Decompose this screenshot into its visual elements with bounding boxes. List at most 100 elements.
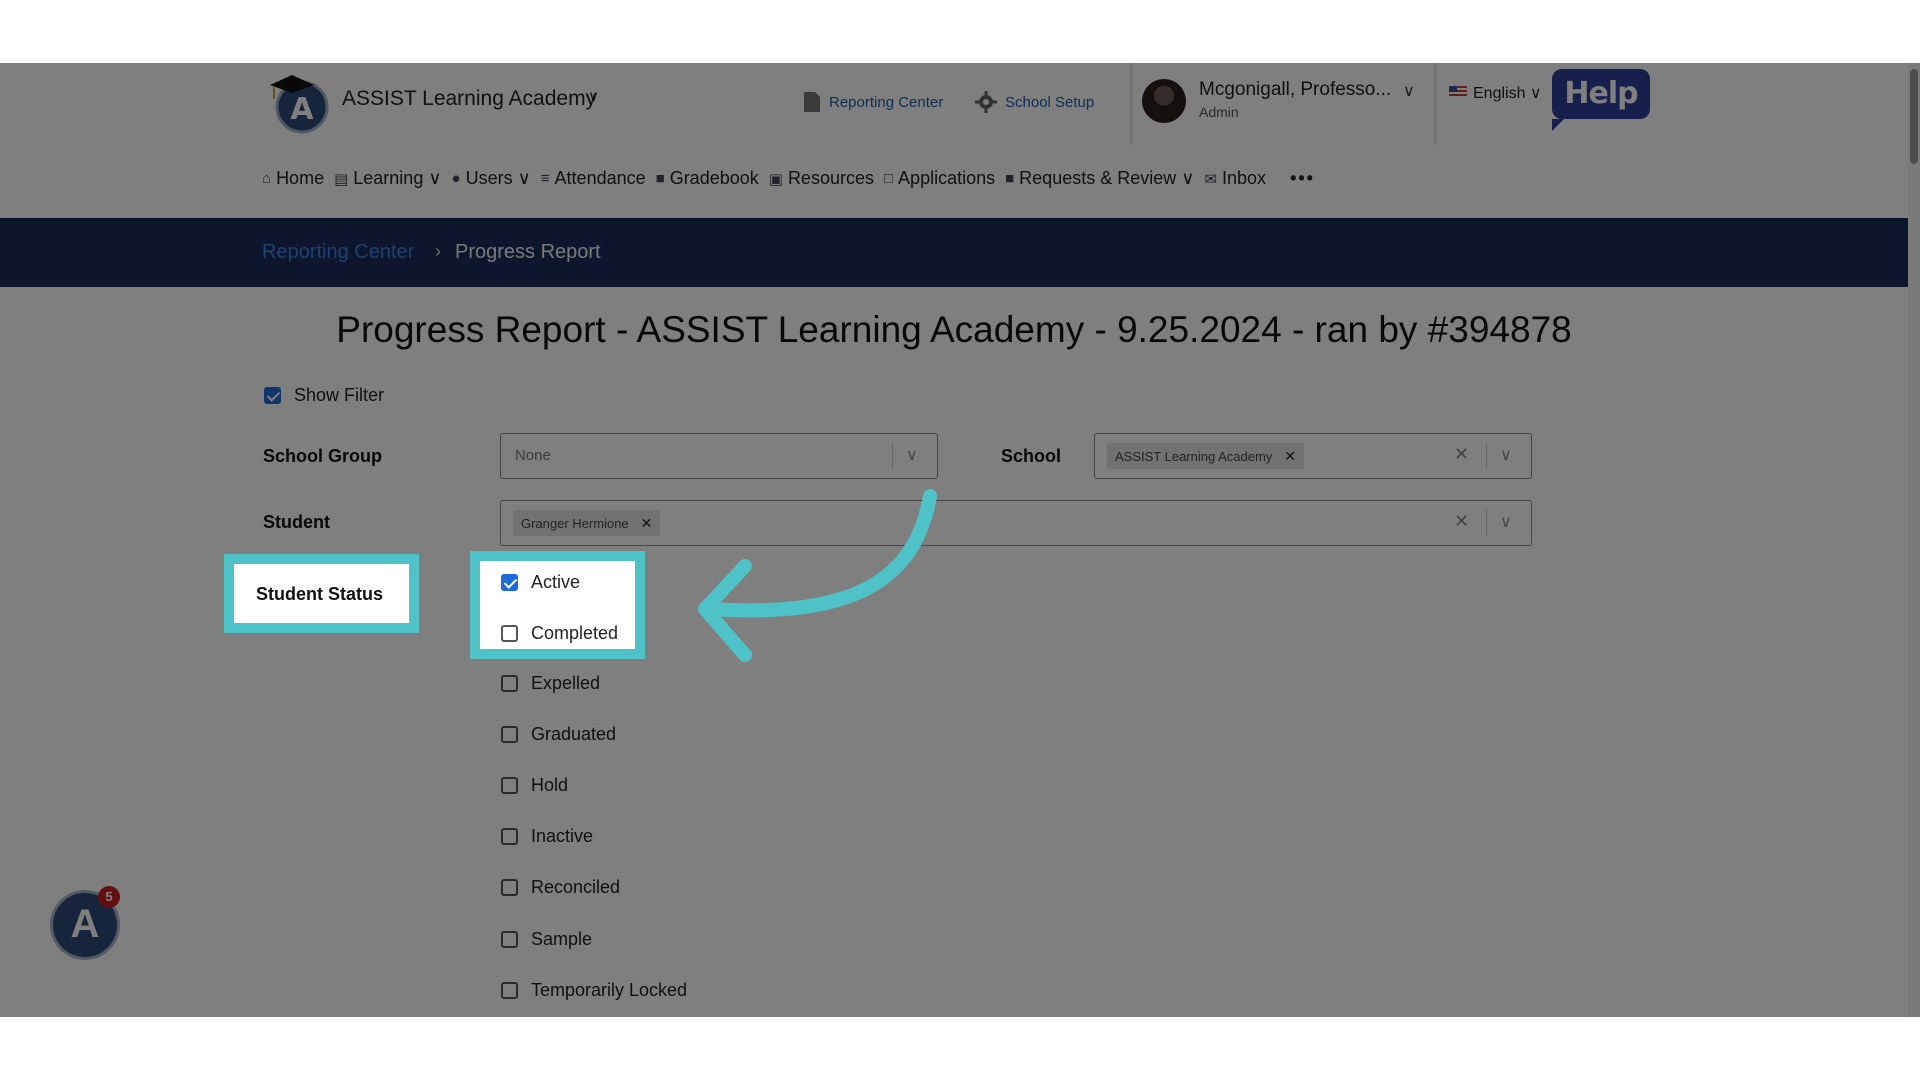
user-icon: ●	[451, 170, 461, 187]
school-tag-label: ASSIST Learning Academy	[1115, 448, 1273, 464]
clear-icon[interactable]: ✕	[1454, 511, 1469, 532]
student-label: Student	[263, 512, 330, 532]
help-button[interactable]: Help	[1552, 69, 1650, 131]
select-separator	[1486, 443, 1487, 469]
page-title: Progress Report - ASSIST Learning Academ…	[336, 309, 1572, 350]
reporting-center-link[interactable]: Reporting Center	[803, 91, 943, 113]
nav-item-users[interactable]: ● Users ∨	[452, 168, 537, 189]
show-filter-label: Show Filter	[294, 385, 385, 405]
nav-item-learning[interactable]: ▤ Learning ∨	[334, 168, 447, 189]
us-flag-icon	[1449, 86, 1467, 98]
status-label-expelled: Expelled	[531, 673, 601, 693]
student-tag-label: Granger Hermione	[521, 515, 629, 531]
status-checkbox-active[interactable]	[501, 574, 518, 591]
clear-icon[interactable]: ✕	[1454, 444, 1469, 465]
nav-item-attendance[interactable]: ≡ Attendance	[541, 168, 652, 189]
status-checkbox-expelled[interactable]	[501, 675, 518, 692]
home-icon: ⌂	[262, 170, 272, 187]
highlight-status-options: Active Completed	[470, 551, 645, 659]
status-label-graduated: Graduated	[531, 724, 617, 744]
school-setup-link[interactable]: School Setup	[975, 91, 1094, 113]
nav-label: Inbox	[1222, 168, 1267, 188]
school-logo-icon[interactable]: A	[262, 65, 334, 137]
breadcrumb-separator: ›	[435, 241, 441, 261]
status-checkbox-sample[interactable]	[501, 931, 518, 948]
nav-label: Attendance	[554, 168, 646, 188]
status-label-hold: Hold	[531, 775, 569, 795]
nav-label: Home	[276, 168, 325, 188]
nav-item-applications[interactable]: □ Applications	[884, 168, 1001, 189]
reporting-center-label: Reporting Center	[829, 93, 944, 111]
status-label-inactive: Inactive	[531, 826, 594, 846]
nav-label: Users	[465, 168, 513, 188]
document-icon	[804, 92, 820, 112]
language-selector[interactable]: English ∨	[1473, 83, 1542, 103]
school-group-value: None	[515, 447, 551, 464]
school-setup-label: School Setup	[1005, 93, 1095, 111]
status-checkbox-temporarily-locked[interactable]	[501, 982, 518, 999]
student-status-label: Student Status	[256, 584, 384, 604]
user-role: Admin	[1199, 104, 1239, 120]
nav-label: Gradebook	[669, 168, 759, 188]
chevron-down-icon[interactable]: ∨	[906, 445, 918, 465]
status-checkbox-inactive[interactable]	[501, 828, 518, 845]
learning-icon: ▤	[334, 170, 349, 188]
status-label-sample: Sample	[531, 929, 593, 949]
nav-label: Learning	[353, 168, 424, 188]
nav-label: Requests & Review	[1019, 168, 1177, 188]
gear-icon	[975, 91, 997, 113]
highlight-student-status: Student Status	[224, 554, 419, 633]
nav-more-button[interactable]: •••	[1290, 168, 1321, 189]
chevron-down-icon: ∨	[517, 168, 531, 188]
select-separator	[892, 443, 893, 469]
school-label: School	[1001, 446, 1062, 466]
nav-label: Resources	[787, 168, 874, 188]
requests-icon: ■	[1005, 170, 1015, 187]
status-label-completed: Completed	[531, 623, 619, 643]
select-separator	[1486, 510, 1487, 536]
scrollbar[interactable]	[1908, 63, 1920, 1017]
attendance-icon: ≡	[540, 170, 550, 187]
breadcrumb: Reporting Center › Progress Report	[0, 218, 1908, 287]
remove-tag-icon[interactable]: ✕	[1284, 448, 1296, 465]
school-chevron-down-icon[interactable]: ∨	[588, 87, 599, 105]
notification-badge: 5	[98, 886, 120, 908]
status-checkbox-hold[interactable]	[501, 777, 518, 794]
chevron-down-icon[interactable]: ∨	[1500, 512, 1512, 532]
header-divider	[1435, 63, 1436, 145]
status-checkbox-completed[interactable]	[501, 625, 518, 642]
show-filter-checkbox[interactable]	[264, 387, 281, 404]
status-checkbox-graduated[interactable]	[501, 726, 518, 743]
nav-item-inbox[interactable]: ✉ Inbox	[1204, 168, 1272, 189]
svg-text:A: A	[290, 92, 314, 127]
resources-icon: ▣	[768, 170, 783, 188]
main-nav: ⌂ Home ▤ Learning ∨ ● Users ∨ ≡ Attendance ■ Gr…	[262, 168, 1321, 189]
nav-item-home[interactable]: ⌂ Home	[262, 168, 330, 189]
remove-tag-icon[interactable]: ✕	[641, 515, 653, 532]
scrollbar-thumb[interactable]	[1910, 69, 1918, 164]
header-divider	[1131, 63, 1132, 145]
student-select[interactable]: Granger Hermione ✕ ✕ ∨	[500, 500, 1532, 546]
chat-icon: □	[883, 170, 894, 187]
avatar[interactable]	[1142, 79, 1186, 123]
chat-widget-button[interactable]: A 5	[50, 886, 120, 960]
school-tag: ASSIST Learning Academy ✕	[1107, 443, 1305, 469]
app-window: A ASSIST Learning Academy ∨ Reporting Ce…	[0, 63, 1920, 1017]
nav-item-resources[interactable]: ▣ Resources	[769, 168, 880, 189]
user-chevron-down-icon[interactable]: ∨	[1403, 81, 1415, 101]
breadcrumb-current: Progress Report	[455, 241, 601, 263]
nav-item-gradebook[interactable]: ■ Gradebook	[656, 168, 765, 189]
gradebook-icon: ■	[655, 170, 665, 187]
user-name[interactable]: Mcgonigall, Professo...	[1199, 79, 1391, 101]
school-group-select[interactable]: None ∨	[500, 433, 938, 479]
nav-item-requests-review[interactable]: ■ Requests & Review ∨	[1005, 168, 1200, 189]
status-checkbox-reconciled[interactable]	[501, 879, 518, 896]
school-name[interactable]: ASSIST Learning Academy	[342, 87, 596, 111]
school-select[interactable]: ASSIST Learning Academy ✕ ✕ ∨	[1094, 433, 1532, 479]
chevron-down-icon: ∨	[428, 168, 442, 188]
mail-icon: ✉	[1204, 170, 1218, 188]
chevron-down-icon[interactable]: ∨	[1500, 445, 1512, 465]
status-label-active: Active	[531, 572, 581, 592]
breadcrumb-link-reporting-center[interactable]: Reporting Center	[262, 241, 414, 264]
language-label: English	[1473, 85, 1526, 102]
